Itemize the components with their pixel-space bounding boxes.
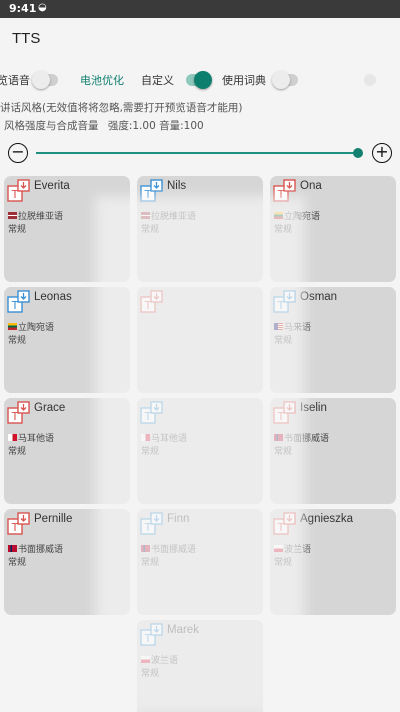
battery-optimization-label: 电池优化 bbox=[80, 74, 124, 87]
voice-style: 常规 bbox=[8, 447, 27, 457]
flag-icon bbox=[8, 434, 17, 441]
voice-name: Leonas bbox=[34, 291, 72, 303]
voice-name: Pernille bbox=[34, 513, 73, 525]
status-bar: 9:41 ◒ bbox=[0, 0, 400, 18]
decrease-button[interactable]: − bbox=[8, 143, 28, 163]
status-time: 9:41 bbox=[9, 2, 37, 15]
text-to-speech-icon: T bbox=[7, 179, 30, 202]
voice-language: 书面挪威语 bbox=[8, 542, 63, 555]
voice-language-text: 马耳他语 bbox=[18, 434, 55, 444]
battery-optimization-button[interactable]: 电池优化 bbox=[80, 72, 124, 88]
voice-name: Agnieszka bbox=[300, 513, 354, 525]
speaking-style-hint: 讲话风格(无效值将将忽略,需要打开预览语音才能用) bbox=[0, 102, 243, 114]
text-to-speech-icon: T bbox=[7, 290, 30, 313]
voice-name: Everita bbox=[34, 180, 70, 192]
flag-icon bbox=[8, 212, 17, 219]
use-dictionary-switch[interactable] bbox=[272, 71, 298, 89]
flag-icon bbox=[8, 323, 17, 330]
use-dictionary-toggle[interactable]: 使用词典 bbox=[222, 71, 298, 89]
voice-language-text: 书面挪威语 bbox=[18, 545, 64, 555]
strength-slider-row: − + bbox=[0, 140, 400, 166]
increase-button[interactable]: + bbox=[372, 143, 392, 163]
flag-icon bbox=[8, 545, 17, 552]
voice-style: 常规 bbox=[8, 558, 27, 568]
style-strength-values: 强度:1.00 音量:100 bbox=[107, 120, 204, 132]
wifi-icon: ◒ bbox=[38, 2, 47, 13]
custom-label: 自定义 bbox=[141, 74, 174, 87]
voice-language: 立陶宛语 bbox=[8, 320, 54, 333]
custom-toggle[interactable]: 自定义 bbox=[141, 71, 212, 89]
transition-overlay bbox=[95, 196, 305, 712]
preview-voice-switch[interactable] bbox=[32, 71, 58, 89]
style-strength-title: 风格强度与合成音量 bbox=[4, 120, 99, 132]
use-dictionary-label: 使用词典 bbox=[222, 74, 266, 87]
page-title: TTS bbox=[12, 30, 41, 47]
voice-language-text: 拉脱维亚语 bbox=[18, 212, 64, 222]
style-strength-label: 风格强度与合成音量 强度:1.00 音量:100 bbox=[4, 118, 204, 133]
text-to-speech-icon: T bbox=[7, 512, 30, 535]
strength-slider-thumb[interactable] bbox=[353, 148, 363, 158]
options-toggle-row: 览语音 电池优化 自定义 使用词典 bbox=[0, 64, 400, 96]
custom-switch[interactable] bbox=[186, 71, 212, 89]
preview-voice-toggle[interactable]: 览语音 bbox=[0, 71, 58, 89]
voice-style: 常规 bbox=[8, 336, 27, 346]
voice-style: 常规 bbox=[8, 225, 27, 235]
voice-language: 马耳他语 bbox=[8, 431, 54, 444]
voice-name: Nils bbox=[167, 180, 187, 192]
voice-language: 拉脱维亚语 bbox=[8, 209, 63, 222]
strength-slider-track[interactable] bbox=[36, 152, 358, 154]
voice-name: Osman bbox=[300, 291, 338, 303]
voice-name: Ona bbox=[300, 180, 322, 192]
text-to-speech-icon: T bbox=[7, 401, 30, 424]
app-bar: TTS bbox=[0, 18, 400, 60]
overflow-toggle-knob bbox=[364, 74, 376, 86]
voice-language-text: 立陶宛语 bbox=[18, 323, 55, 333]
voice-name: Grace bbox=[34, 402, 66, 414]
preview-voice-label: 览语音 bbox=[0, 74, 30, 87]
